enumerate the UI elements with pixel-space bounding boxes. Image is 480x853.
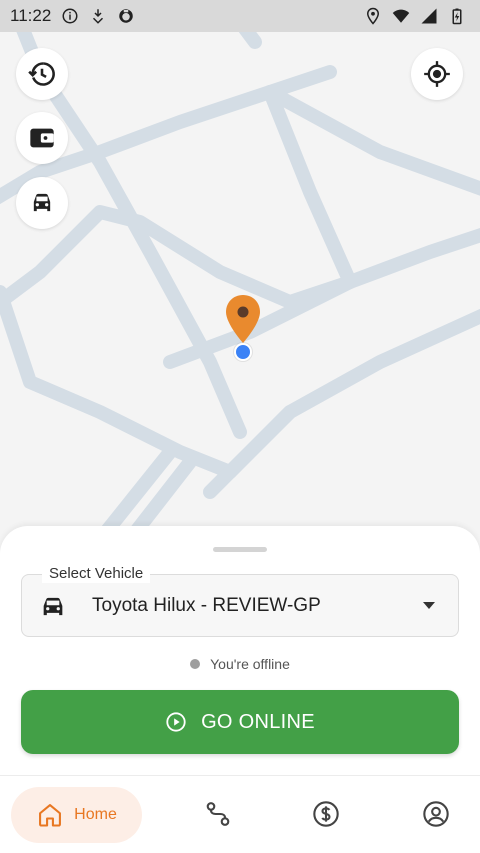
profile-icon — [423, 801, 449, 827]
go-online-button[interactable]: GO ONLINE — [21, 690, 459, 754]
wallet-icon — [30, 128, 54, 148]
route-icon — [206, 802, 230, 826]
history-button[interactable] — [16, 48, 68, 100]
download-shield-icon — [89, 7, 107, 25]
wifi-icon — [392, 7, 410, 25]
offline-dot-icon — [190, 659, 201, 669]
nav-item-home[interactable]: Home — [11, 787, 142, 843]
nav-item-earnings[interactable] — [311, 799, 341, 829]
nav-item-trips[interactable] — [203, 799, 233, 829]
my-location-icon — [424, 61, 450, 87]
vehicle-select-value: Toyota Hilux - REVIEW-GP — [92, 595, 321, 616]
history-icon — [28, 62, 55, 86]
bottom-nav: Home — [0, 775, 480, 853]
signal-icon — [420, 7, 438, 25]
home-icon — [39, 804, 62, 827]
vehicle-select-label: Select Vehicle — [42, 565, 151, 583]
go-online-label: GO ONLINE — [201, 710, 315, 733]
offline-status: You're offline — [0, 654, 480, 674]
map-view[interactable] — [0, 32, 480, 553]
nav-home-label: Home — [74, 806, 117, 823]
location-icon — [364, 7, 382, 25]
info-circle-icon — [61, 7, 79, 25]
current-location-dot — [234, 343, 252, 361]
chevron-down-icon — [423, 602, 435, 609]
app-face-icon — [117, 7, 135, 25]
status-time: 11:22 — [10, 6, 52, 25]
dollar-icon — [313, 801, 339, 827]
battery-icon — [448, 7, 466, 25]
wallet-button[interactable] — [16, 112, 68, 164]
nav-item-profile[interactable] — [421, 799, 451, 829]
status-bar: 11:22 — [0, 0, 480, 32]
map-roads — [0, 32, 480, 553]
drag-handle[interactable] — [213, 547, 267, 552]
vehicle-select[interactable]: Select Vehicle Toyota Hilux - REVIEW-GP — [21, 565, 459, 637]
car-icon — [33, 193, 51, 212]
car-icon — [43, 597, 63, 616]
vehicle-button[interactable] — [16, 177, 68, 229]
my-location-button[interactable] — [411, 48, 463, 100]
status-left: 11:22 — [10, 6, 135, 26]
status-right — [364, 7, 466, 25]
offline-status-text: You're offline — [210, 656, 290, 672]
destination-pin-icon — [226, 295, 260, 343]
play-circle-icon — [166, 712, 186, 732]
